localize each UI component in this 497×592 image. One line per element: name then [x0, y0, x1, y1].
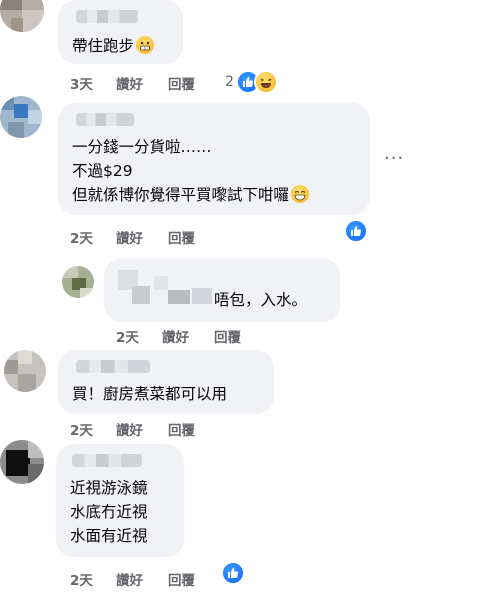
reply-button[interactable]: 回覆 [168, 227, 195, 247]
reaction-summary[interactable] [221, 561, 245, 585]
grimace-emoji [136, 36, 155, 54]
comment-text: 但就係博你覺得平買嚟試下咁囉 [72, 186, 290, 204]
comment-bubble: 唔包，入水。 [104, 258, 340, 322]
like-button[interactable]: 讚好 [116, 569, 143, 589]
commenter-avatar[interactable] [0, 440, 44, 484]
comment-text: 帶住跑步 [72, 37, 135, 55]
comment-text: 唔包，入水。 [214, 291, 308, 309]
comment-bubble: 帶住跑步 [58, 0, 183, 64]
reaction-summary[interactable] [344, 219, 368, 243]
commenter-avatar[interactable] [4, 350, 46, 392]
author-name-blurred[interactable] [76, 10, 138, 23]
commenter-avatar[interactable] [0, 96, 42, 138]
like-icon [344, 219, 368, 243]
comment-text: 不過$29 [72, 162, 133, 180]
like-button[interactable]: 讚好 [116, 73, 143, 93]
author-name-blurred[interactable] [72, 454, 142, 467]
blurred-content [112, 266, 212, 312]
timestamp[interactable]: 2天 [116, 326, 139, 346]
comment-text: 近視游泳鏡 [70, 479, 148, 497]
reply-button[interactable]: 回覆 [168, 73, 195, 93]
reply-button[interactable]: 回覆 [214, 326, 241, 346]
like-button[interactable]: 讚好 [162, 326, 189, 346]
like-button[interactable]: 讚好 [116, 227, 143, 247]
author-name-blurred[interactable] [76, 360, 150, 373]
reaction-summary[interactable]: 2 [225, 70, 278, 94]
timestamp[interactable]: 3天 [70, 73, 93, 93]
comment-bubble: 近視游泳鏡 水底冇近視 水面有近視 [56, 444, 184, 557]
timestamp[interactable]: 2天 [70, 227, 93, 247]
comment-text: 買！廚房煮菜都可以用 [72, 385, 228, 403]
comment-bubble: 買！廚房煮菜都可以用 [58, 350, 274, 414]
like-button[interactable]: 讚好 [116, 419, 143, 439]
comment-text: 水面有近視 [70, 527, 148, 545]
comment-bubble: 一分錢一分貨啦…… 不過$29 但就係博你覺得平買嚟試下咁囉 [58, 103, 370, 215]
like-icon [221, 561, 245, 585]
commenter-avatar[interactable] [62, 266, 94, 298]
more-options-button[interactable]: ··· [384, 148, 404, 169]
reply-button[interactable]: 回覆 [168, 569, 195, 589]
comment-text: 水底冇近視 [70, 503, 148, 521]
reply-button[interactable]: 回覆 [168, 419, 195, 439]
timestamp[interactable]: 2天 [70, 419, 93, 439]
comment-text: 一分錢一分貨啦…… [72, 138, 212, 156]
reaction-count: 2 [225, 74, 234, 90]
author-name-blurred[interactable] [76, 113, 134, 126]
commenter-avatar[interactable] [0, 0, 44, 32]
grin-emoji [291, 185, 310, 203]
timestamp[interactable]: 2天 [70, 569, 93, 589]
haha-icon [253, 70, 278, 94]
